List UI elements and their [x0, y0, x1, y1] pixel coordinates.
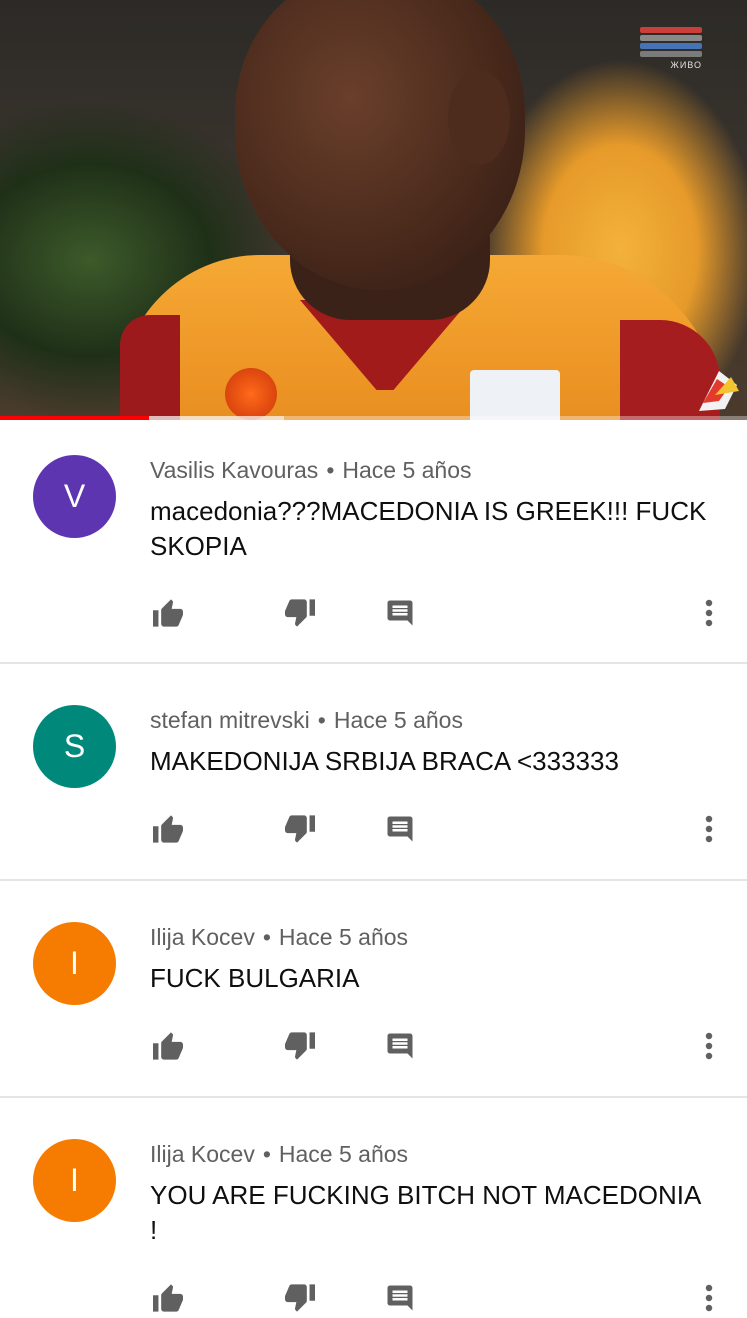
meta-separator: • — [317, 707, 326, 733]
comment-author[interactable]: Ilija Kocev — [150, 924, 255, 950]
comment-text: FUCK BULGARIA — [150, 963, 360, 993]
like-button[interactable] — [148, 809, 188, 849]
thumb-up-icon — [151, 1031, 185, 1061]
comment-text: macedonia???MACEDONIA IS GREEK!!! FUCK S… — [150, 496, 707, 561]
thumb-up-icon — [151, 814, 185, 844]
video-progress-bar[interactable] — [0, 416, 747, 420]
progress-played — [0, 416, 150, 420]
more-options-button[interactable] — [689, 809, 729, 849]
comment-reply-icon — [385, 1283, 415, 1313]
comment-actions — [0, 1026, 747, 1066]
thumb-down-icon — [283, 1283, 317, 1313]
thumb-down-icon — [283, 1031, 317, 1061]
avatar-letter: V — [63, 478, 86, 514]
watermark-bar — [640, 35, 702, 41]
watermark-bar — [640, 51, 702, 57]
reply-button[interactable] — [380, 593, 420, 633]
avatar[interactable]: I — [33, 922, 116, 1005]
comment-actions — [0, 1278, 747, 1318]
comment-time[interactable]: Hace 5 años — [279, 924, 408, 950]
comment-meta: stefan mitrevski • Hace 5 años — [150, 707, 463, 734]
avatar[interactable]: V — [33, 455, 116, 538]
watermark-bar — [640, 27, 702, 33]
comment-reply-icon — [385, 814, 415, 844]
like-button[interactable] — [148, 593, 188, 633]
dislike-button[interactable] — [280, 1278, 320, 1318]
corner-logo-icon — [699, 371, 739, 411]
like-button[interactable] — [148, 1026, 188, 1066]
avatar-letter: I — [70, 1162, 79, 1198]
comment-text: MAKEDONIJA SRBIJA BRACA <333333 — [150, 746, 619, 776]
comment-meta: Ilija Kocev • Hace 5 años — [150, 1141, 408, 1168]
avatar[interactable]: I — [33, 1139, 116, 1222]
thumb-down-icon — [283, 814, 317, 844]
thumb-up-icon — [151, 598, 185, 628]
more-vert-icon — [704, 814, 714, 844]
comment-time[interactable]: Hace 5 años — [342, 457, 471, 483]
more-options-button[interactable] — [689, 1278, 729, 1318]
comment-meta: Vasilis Kavouras • Hace 5 años — [150, 457, 472, 484]
comment-item: V Vasilis Kavouras • Hace 5 años macedonia… — [0, 421, 747, 664]
avatar-letter: I — [70, 945, 79, 981]
more-options-button[interactable] — [689, 593, 729, 633]
meta-separator: • — [326, 457, 335, 483]
comment-item: S stefan mitrevski • Hace 5 años MAKEDONIJ… — [0, 664, 747, 881]
more-vert-icon — [704, 1283, 714, 1313]
watermark-bar — [640, 43, 702, 49]
comment-meta: Ilija Kocev • Hace 5 años — [150, 924, 408, 951]
jersey-patch — [470, 370, 560, 420]
comments-list: V Vasilis Kavouras • Hace 5 años macedonia… — [0, 421, 747, 1312]
comment-actions — [0, 593, 747, 633]
comment-time[interactable]: Hace 5 años — [334, 707, 463, 733]
more-vert-icon — [704, 598, 714, 628]
comment-actions — [0, 809, 747, 849]
more-options-button[interactable] — [689, 1026, 729, 1066]
jersey-logo — [225, 368, 277, 420]
comment-reply-icon — [385, 598, 415, 628]
thumb-up-icon — [151, 1283, 185, 1313]
jersey-sleeve-left — [120, 315, 180, 420]
player-ear — [448, 70, 510, 165]
channel-watermark: ЖИВО — [640, 25, 702, 70]
like-button[interactable] — [148, 1278, 188, 1318]
avatar-letter: S — [63, 728, 86, 764]
meta-separator: • — [262, 1141, 271, 1167]
reply-button[interactable] — [380, 1278, 420, 1318]
comment-time[interactable]: Hace 5 años — [279, 1141, 408, 1167]
avatar[interactable]: S — [33, 705, 116, 788]
comment-item: I Ilija Kocev • Hace 5 años FUCK BULGARIA — [0, 881, 747, 1098]
watermark-text: ЖИВО — [670, 60, 702, 70]
reply-button[interactable] — [380, 809, 420, 849]
dislike-button[interactable] — [280, 1026, 320, 1066]
comment-author[interactable]: Vasilis Kavouras — [150, 457, 318, 483]
meta-separator: • — [262, 924, 271, 950]
more-vert-icon — [704, 1031, 714, 1061]
dislike-button[interactable] — [280, 593, 320, 633]
thumb-down-icon — [283, 598, 317, 628]
comment-author[interactable]: Ilija Kocev — [150, 1141, 255, 1167]
dislike-button[interactable] — [280, 809, 320, 849]
reply-button[interactable] — [380, 1026, 420, 1066]
comment-text: YOU ARE FUCKING BITCH NOT MACEDONIA ! — [150, 1180, 700, 1245]
comment-reply-icon — [385, 1031, 415, 1061]
comment-item: I Ilija Kocev • Hace 5 años YOU ARE FUCKIN… — [0, 1098, 747, 1312]
comment-author[interactable]: stefan mitrevski — [150, 707, 310, 733]
video-player[interactable]: ЖИВО — [0, 0, 747, 420]
